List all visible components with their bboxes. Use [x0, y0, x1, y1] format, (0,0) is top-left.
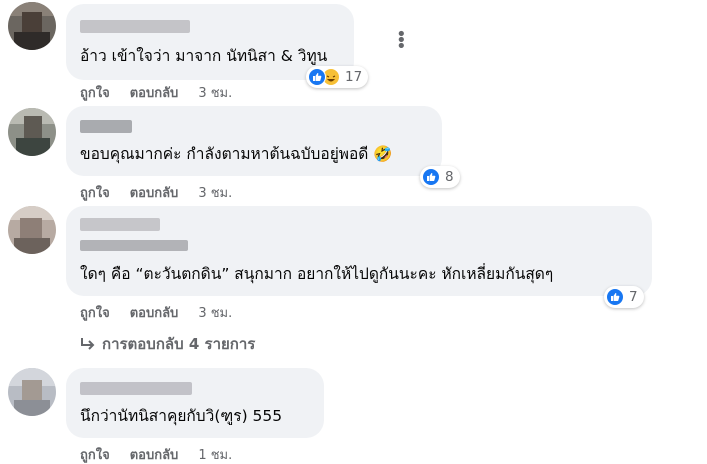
comment-time[interactable]: 3 ชม.	[198, 302, 232, 323]
reaction-summary[interactable]: 8	[420, 166, 460, 188]
comment-time[interactable]: 3 ชม.	[198, 182, 232, 203]
like-button[interactable]: ถูกใจ	[80, 182, 110, 203]
more-options-icon[interactable]: • • •	[396, 26, 418, 56]
comment-text: ขอบคุณมากค่ะ กำลังตามหาต้นฉบับอยู่พอดี 🤣	[80, 145, 393, 163]
like-button[interactable]: ถูกใจ	[80, 82, 110, 103]
reply-button[interactable]: ตอบกลับ	[130, 82, 179, 103]
comment-time[interactable]: 3 ชม.	[198, 82, 232, 103]
comment-bubble: นึกว่านัทนิสาคุยกับวิ(ฑูร) 555	[66, 368, 324, 438]
avatar[interactable]	[8, 2, 56, 50]
avatar[interactable]	[8, 368, 56, 416]
reaction-summary[interactable]: 17	[306, 66, 369, 88]
like-icon	[606, 288, 624, 306]
comment-actions: ถูกใจ ตอบกลับ 3 ชม.	[80, 182, 232, 203]
view-replies-label: การตอบกลับ 4 รายการ	[102, 335, 256, 353]
commenter-name[interactable]	[80, 382, 192, 395]
comment-time[interactable]: 1 ชม.	[198, 444, 232, 464]
comment-text: ใดๆ คือ “ตะวันตกดิน” สนุกมาก อยากให้ไปดู…	[80, 265, 554, 283]
avatar[interactable]	[8, 206, 56, 254]
comment-text: อ้าว เข้าใจว่า มาจาก นัทนิสา & วิทูน	[80, 47, 328, 65]
reply-button[interactable]: ตอบกลับ	[130, 444, 179, 464]
reaction-count: 8	[445, 169, 454, 185]
comment-actions: ถูกใจ ตอบกลับ 3 ชม.	[80, 302, 232, 323]
comment-actions: ถูกใจ ตอบกลับ 1 ชม.	[80, 444, 232, 464]
reaction-count: 7	[629, 289, 638, 305]
reply-button[interactable]: ตอบกลับ	[130, 182, 179, 203]
comment-bubble: ขอบคุณมากค่ะ กำลังตามหาต้นฉบับอยู่พอดี 🤣	[66, 106, 442, 176]
commenter-name[interactable]	[80, 20, 190, 33]
comment-actions: ถูกใจ ตอบกลับ 3 ชม.	[80, 82, 232, 103]
view-replies-button[interactable]: การตอบกลับ 4 รายการ	[80, 332, 255, 356]
like-icon	[308, 68, 326, 86]
like-button[interactable]: ถูกใจ	[80, 444, 110, 464]
comment-text: นึกว่านัทนิสาคุยกับวิ(ฑูร) 555	[80, 407, 283, 425]
like-icon	[422, 168, 440, 186]
reply-arrow-icon	[81, 338, 95, 350]
reply-button[interactable]: ตอบกลับ	[130, 302, 179, 323]
comment-bubble: ใดๆ คือ “ตะวันตกดิน” สนุกมาก อยากให้ไปดู…	[66, 206, 652, 296]
commenter-subtitle	[80, 240, 188, 251]
reaction-summary[interactable]: 7	[604, 286, 644, 308]
commenter-name[interactable]	[80, 120, 132, 133]
commenter-name[interactable]	[80, 218, 160, 231]
like-button[interactable]: ถูกใจ	[80, 302, 110, 323]
avatar[interactable]	[8, 108, 56, 156]
reaction-count: 17	[345, 69, 363, 85]
